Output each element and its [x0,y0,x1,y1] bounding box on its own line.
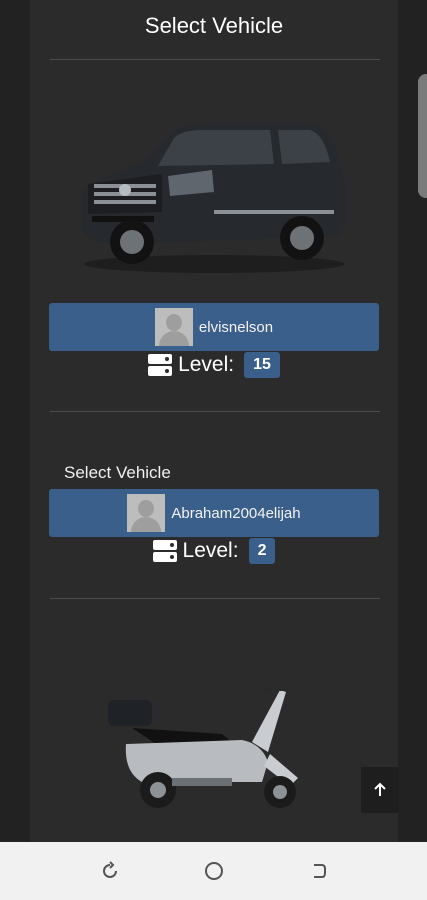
divider [50,598,380,599]
divider [50,59,380,60]
level-badge: 2 [248,538,276,564]
vehicle-image-alt-text: Select Vehicle [64,463,171,482]
level-badge: 15 [244,352,280,378]
avatar [154,308,193,346]
level-label: Level: [178,353,235,376]
scroll-to-top-button[interactable] [361,767,399,813]
home-button[interactable] [184,842,244,900]
scrollbar-thumb[interactable] [418,74,427,198]
owner-username: Abraham2004elijah [171,504,301,522]
home-icon [205,862,223,880]
recent-apps-button[interactable] [80,842,140,900]
level-row: Level: 15 [30,352,398,378]
owner-username: elvisnelson [198,318,274,336]
recent-apps-icon [103,861,117,878]
divider [50,411,380,412]
left-gutter [0,0,30,842]
server-icon [148,354,173,376]
back-icon [314,864,326,878]
avatar [127,494,166,532]
car-image[interactable] [74,118,354,276]
system-nav-bar [0,842,427,900]
page-title: Select Vehicle [144,13,284,38]
owner-bar-elvisnelson[interactable]: elvisnelson [49,303,379,351]
level-row: Level: 2 [30,538,398,564]
level-label: Level: [182,539,239,562]
arrow-up-icon [374,782,386,796]
server-icon [152,540,177,562]
owner-bar-abraham2004elijah[interactable]: Abraham2004elijah [49,489,379,537]
back-button[interactable] [288,842,348,900]
scooter-image[interactable] [102,682,304,814]
